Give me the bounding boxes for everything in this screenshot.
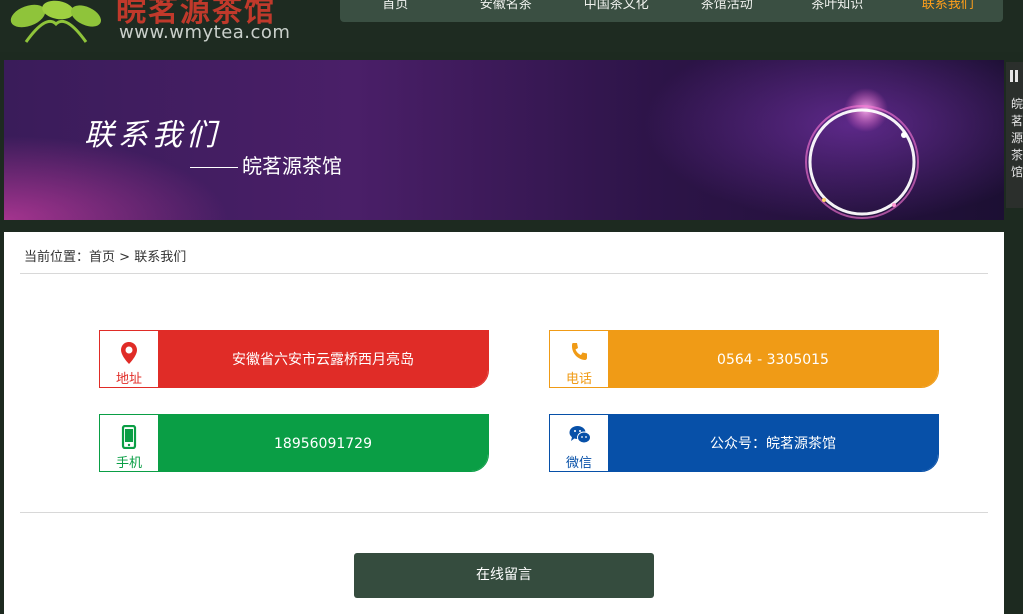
main-content: 当前位置：首页 > 联系我们 地址 安徽省六安市云露桥西月亮岛 电话 0564 … [4,232,1004,614]
glowing-ring-graphic [805,88,919,219]
menu-bars-icon [1010,70,1020,82]
divider-top [20,273,988,274]
address-value: 安徽省六安市云露桥西月亮岛 [158,331,488,387]
logo-url: www.wmytea.com [119,22,291,43]
wechat-value: 公众号：皖茗源茶馆 [608,415,938,471]
wechat-icon-cell: 微信 [550,415,608,471]
map-pin-icon [121,342,137,364]
nav-item-activities[interactable]: 茶馆活动 [672,0,783,12]
mobile-icon-cell: 手机 [100,415,158,471]
online-message-button[interactable]: 在线留言 [354,553,654,598]
nav-item-tea-knowledge[interactable]: 茶叶知识 [782,0,893,12]
breadcrumb-current: 联系我们 [134,250,187,265]
contact-card-mobile: 手机 18956091729 [99,414,489,472]
mobile-value: 18956091729 [158,415,488,471]
banner-subtitle: 皖茗源茶馆 [190,150,342,179]
banner-dash [190,167,238,168]
divider-bottom [20,512,988,513]
side-float-text: 皖茗源茶馆 [1011,97,1023,179]
side-float-panel[interactable]: 皖茗源茶馆 [1006,62,1023,208]
contact-card-phone: 电话 0564 - 3305015 [549,330,939,388]
breadcrumb-home-link[interactable]: 首页 [89,250,115,265]
breadcrumb: 当前位置：首页 > 联系我们 [24,246,186,265]
contact-card-wechat: 微信 公众号：皖茗源茶馆 [549,414,939,472]
mobile-label: 手机 [115,456,142,471]
phone-value: 0564 - 3305015 [608,331,938,387]
nav-item-home[interactable]: 首页 [340,0,451,12]
address-label: 地址 [115,372,142,387]
page-banner: 联系我们 皖茗源茶馆 [4,60,1004,220]
nav-item-anhui-tea[interactable]: 安徽名茶 [451,0,562,12]
site-header: 皖茗源茶馆 www.wmytea.com 首页 安徽名茶 中国茶文化 茶馆活动 … [0,0,1023,52]
contact-card-address: 地址 安徽省六安市云露桥西月亮岛 [99,330,489,388]
wechat-icon [569,426,591,444]
nav-item-tea-culture[interactable]: 中国茶文化 [561,0,672,12]
phone-icon-cell: 电话 [550,331,608,387]
banner-subtitle-text: 皖茗源茶馆 [242,154,342,178]
address-icon-cell: 地址 [100,331,158,387]
wechat-label: 微信 [565,456,592,471]
mobile-icon [121,425,137,449]
logo-leaves-icon[interactable] [6,0,104,44]
banner-title: 联系我们 [84,118,220,153]
main-nav: 首页 安徽名茶 中国茶文化 茶馆活动 茶叶知识 联系我们 [340,0,1003,22]
breadcrumb-prefix: 当前位置： [24,250,90,265]
phone-icon [572,343,587,360]
phone-label: 电话 [565,372,592,387]
breadcrumb-separator: > [115,250,135,265]
nav-item-contact[interactable]: 联系我们 [893,0,1004,12]
